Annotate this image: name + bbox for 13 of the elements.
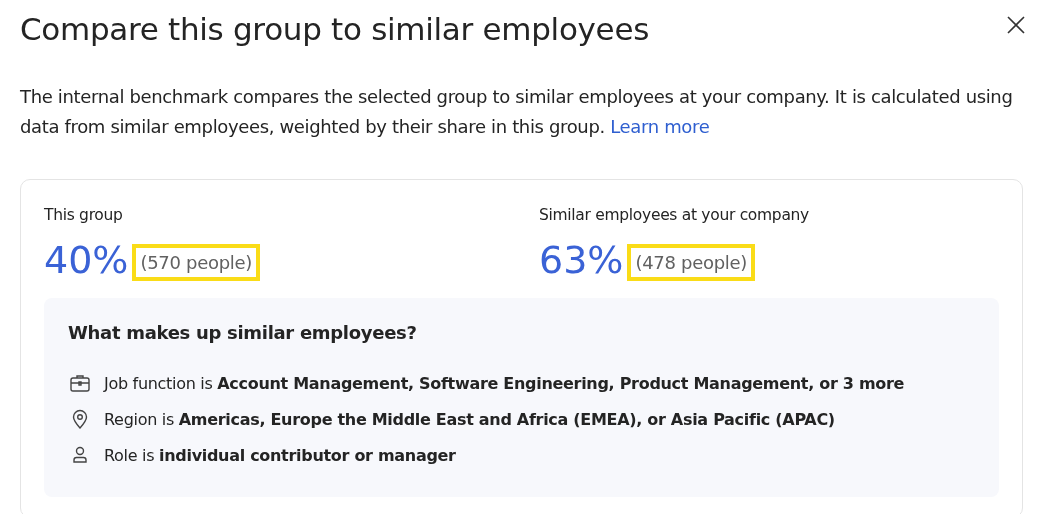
description: The internal benchmark compares the selected group to similar employees at your company. It is calculated using data from similar employees, weighted by their share in this group. Learn more [20,85,1014,139]
people-count: (478 people) [627,244,755,281]
metric-value: 40% [44,237,129,284]
dialog-title: Compare this group to similar employees [20,10,649,48]
criterion-text: Job function is Account Management, Software Engineering, Product Management, or 3 more [104,373,905,393]
learn-more-link[interactable]: Learn more [610,116,710,137]
people-count: (570 people) [132,244,260,281]
criterion-text: Role is individual contributor or manager [104,445,456,465]
breakdown-heading: What makes up similar employees? [68,322,418,343]
metric-value: 63% [539,237,624,284]
metric-label: This group [44,206,124,224]
metric-label: Similar employees at your company [539,206,810,224]
criterion-text: Region is Americas, Europe the Middle East and Africa (EMEA), or Asia Pacific (APAC) [104,409,835,429]
